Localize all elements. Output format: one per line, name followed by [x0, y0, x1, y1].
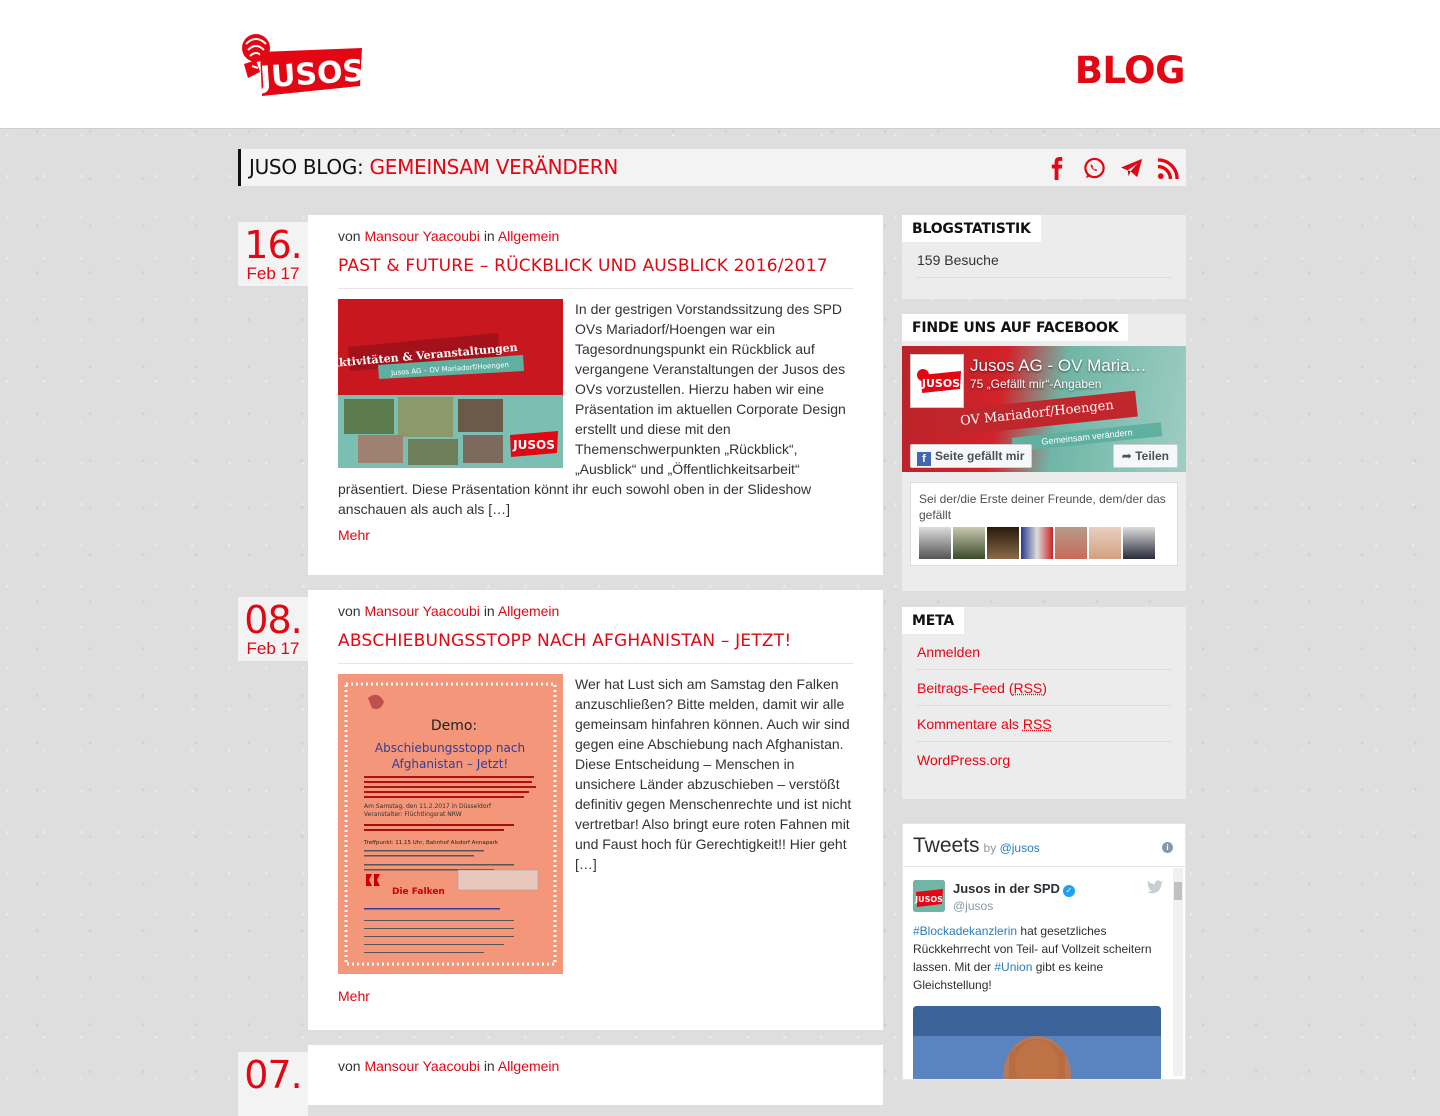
post-day: 07. [238, 1052, 308, 1095]
svg-text:JUSOS: JUSOS [921, 377, 960, 390]
comments-feed-link[interactable]: Kommentare als RSS [917, 716, 1052, 732]
facebook-widget: FINDE UNS AUF FACEBOOK OV Mariadorf/Hoen… [902, 314, 1186, 591]
post-card: von Mansour Yaacoubi in Allgemein PAST &… [308, 215, 883, 575]
twitter-title: Tweets by @jusos [913, 834, 1040, 858]
friend-avatar[interactable] [1021, 527, 1053, 559]
post-card: von Mansour Yaacoubi in Allgemein [308, 1045, 883, 1105]
post-title[interactable]: ABSCHIEBUNGSSTOPP NACH AFGHANISTAN – JET… [338, 631, 853, 664]
twitter-scrollbar[interactable] [1173, 868, 1183, 1076]
post-thumbnail[interactable]: Demo: Abschiebungsstopp nach Afghanistan… [338, 674, 563, 974]
friend-avatar[interactable] [1123, 527, 1155, 559]
facebook-share-button[interactable]: ➦ Teilen [1113, 444, 1178, 468]
flyer-date: Am Samstag, den 11.2.2017 in Düsseldorf [364, 803, 492, 810]
friends-text: Sei der/die Erste deiner Freunde, dem/de… [919, 491, 1169, 523]
telegram-icon[interactable] [1120, 157, 1143, 180]
facebook-icon[interactable] [1046, 157, 1069, 180]
friend-faces [919, 527, 1169, 559]
facebook-like-button[interactable]: f Seite gefällt mir [910, 444, 1032, 468]
twitter-header: Tweets by @jusos i [903, 824, 1185, 867]
author-link[interactable]: Mansour Yaacoubi [364, 603, 479, 619]
post-month: Feb 17 [238, 265, 308, 283]
info-icon[interactable]: i [1162, 842, 1173, 853]
blog-post: 08. Feb 17 von Mansour Yaacoubi in Allge… [238, 590, 883, 1030]
friend-avatar[interactable] [919, 527, 951, 559]
post-body: Demo: Abschiebungsstopp nach Afghanistan… [338, 674, 853, 1006]
login-link[interactable]: Anmelden [917, 644, 980, 660]
whatsapp-icon[interactable] [1083, 157, 1106, 180]
tweet-text: #Blockadekanzlerin hat gesetzliches Rück… [913, 922, 1163, 994]
post-excerpt: Wer hat Lust sich am Samstag den Falken … [575, 676, 851, 872]
category-link[interactable]: Allgemein [498, 228, 559, 244]
category-link[interactable]: Allgemein [498, 603, 559, 619]
flyer-demo: Demo: [431, 718, 477, 734]
blog-post: 16. Feb 17 von Mansour Yaacoubi in Allge… [238, 215, 883, 575]
post-card: von Mansour Yaacoubi in Allgemein ABSCHI… [308, 590, 883, 1030]
author-link[interactable]: Mansour Yaacoubi [364, 228, 479, 244]
jusos-logo: JUSOS [238, 30, 364, 98]
rss-icon[interactable] [1157, 157, 1180, 180]
post-thumbnail[interactable]: Aktivitäten & Veranstaltungen Jusos AG –… [338, 299, 563, 468]
hashtag-link[interactable]: #Blockadekanzlerin [913, 924, 1017, 938]
facebook-cover[interactable]: OV Mariadorf/Hoengen Gemeinsam verändern… [902, 346, 1186, 472]
post-month: Feb 17 [238, 640, 308, 658]
flyer-org: Veranstalter: Flüchtlingsrat NRW [364, 811, 462, 818]
facebook-icon: f [917, 452, 931, 466]
widget-title: BLOGSTATISTIK [902, 215, 1041, 242]
hashtag-link[interactable]: #Union [994, 960, 1032, 974]
post-meta: von Mansour Yaacoubi in Allgemein [338, 602, 853, 620]
author-link[interactable]: Mansour Yaacoubi [364, 1058, 479, 1074]
twitter-widget: Tweets by @jusos i JUSOS Jusos in der SPD… [902, 823, 1186, 1080]
post-meta: von Mansour Yaacoubi in Allgemein [338, 227, 853, 245]
facebook-friends-box: Sei der/die Erste deiner Freunde, dem/de… [910, 482, 1178, 566]
svg-text:JUSOS: JUSOS [914, 895, 943, 904]
flyer-title-2: Afghanistan – Jetzt! [392, 757, 509, 771]
more-link[interactable]: Mehr [338, 986, 853, 1006]
tweet-media[interactable] [913, 1006, 1161, 1080]
tweet-avatar[interactable]: JUSOS [913, 880, 945, 912]
wordpress-link[interactable]: WordPress.org [917, 752, 1010, 768]
friend-avatar[interactable] [1055, 527, 1087, 559]
post-date: 08. Feb 17 [238, 597, 308, 661]
facebook-page-avatar[interactable]: JUSOS [910, 354, 964, 408]
thumb-logo: JUSOS [512, 438, 555, 452]
post-day: 16. [238, 222, 308, 265]
tweet-user[interactable]: Jusos in der SPD ✓ [953, 881, 1075, 897]
meta-widget: META Anmelden Beitrags-Feed (RSS) Kommen… [902, 607, 1186, 799]
tweet-handle[interactable]: @jusos [953, 899, 993, 913]
site-header: JUSOS BLOG [0, 0, 1440, 129]
stats-widget: BLOGSTATISTIK 159 Besuche [902, 215, 1186, 299]
friend-avatar[interactable] [953, 527, 985, 559]
visit-count: 159 Besuche [917, 242, 1171, 278]
flyer-title-1: Abschiebungsstopp nach [375, 741, 525, 755]
category-link[interactable]: Allgemein [498, 1058, 559, 1074]
post-date: 07. [238, 1052, 308, 1116]
flyer-falken: Die Falken [392, 887, 445, 897]
friend-avatar[interactable] [1089, 527, 1121, 559]
share-icons [1046, 157, 1180, 180]
post-body: Aktivitäten & Veranstaltungen Jusos AG –… [338, 299, 853, 545]
logo-text: JUSOS [257, 53, 364, 95]
blog-post: 07. von Mansour Yaacoubi in Allgemein [238, 1045, 883, 1105]
page-title: JUSO BLOG: GEMEINSAM VERÄNDERN [249, 156, 618, 178]
post-day: 08. [238, 597, 308, 640]
scrollbar-thumb[interactable] [1174, 882, 1182, 900]
post-title[interactable]: PAST & FUTURE – RÜCKBLICK UND AUSBLICK 2… [338, 256, 853, 289]
flyer-meet: Treffpunkt: 11.15 Uhr, Bahnhof Alsdorf A… [363, 840, 499, 846]
friend-avatar[interactable] [987, 527, 1019, 559]
twitter-handle-link[interactable]: @jusos [1000, 841, 1040, 855]
widget-title: META [902, 607, 964, 634]
title-bar: JUSO BLOG: GEMEINSAM VERÄNDERN [238, 149, 1186, 186]
widget-title: FINDE UNS AUF FACEBOOK [902, 314, 1128, 341]
facebook-page-name[interactable]: Jusos AG - OV Maria… [970, 356, 1147, 376]
more-link[interactable]: Mehr [338, 525, 853, 545]
share-arrow-icon: ➦ [1122, 449, 1132, 463]
twitter-bird-icon[interactable] [1147, 880, 1163, 894]
blog-title: BLOG [1075, 52, 1185, 89]
post-meta: von Mansour Yaacoubi in Allgemein [338, 1057, 853, 1075]
entries-feed-link[interactable]: Beitrags-Feed (RSS) [917, 680, 1047, 696]
verified-icon: ✓ [1063, 885, 1075, 897]
post-date: 16. Feb 17 [238, 222, 308, 286]
facebook-likes: 75 „Gefällt mir“-Angaben [970, 377, 1101, 391]
